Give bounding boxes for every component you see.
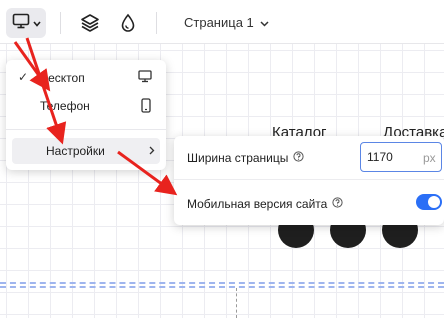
page-width-unit: px [423,151,436,165]
page-width-label: Ширина страницы [187,151,289,165]
page-width-field[interactable]: px [360,142,442,172]
page-selector-label: Страница 1 [184,15,254,30]
monitor-icon [12,13,30,34]
page-width-input[interactable] [367,149,411,165]
panel-divider [174,179,444,180]
mobile-version-label: Мобильная версия сайта [187,197,328,211]
layers-icon[interactable] [80,13,100,33]
phone-icon [141,98,151,116]
page-selector[interactable]: Страница 1 [184,15,269,30]
menu-item-label: Телефон [40,99,90,113]
toolbar-divider [156,12,157,34]
toolbar-divider [60,12,61,34]
section-boundary-guide [0,282,444,288]
menu-item-phone[interactable]: Телефон [6,93,166,119]
center-guide-line [236,288,237,318]
menu-item-label: Настройки [46,144,105,158]
menu-item-label: Десктоп [40,71,85,85]
menu-divider [6,129,166,130]
help-icon[interactable] [332,197,343,211]
device-switcher-button[interactable] [6,8,46,38]
checkmark-icon: ✓ [18,70,29,84]
color-drop-icon[interactable] [118,13,138,33]
editor-toolbar: Страница 1 [0,0,444,44]
device-menu: ✓ Десктоп Телефон Настройки [6,60,166,170]
mobile-version-toggle[interactable] [416,194,442,210]
chevron-down-icon [260,15,269,30]
settings-panel: Ширина страницы px Мобильная версия сайт… [174,136,444,225]
mobile-version-row: Мобильная версия сайта [187,197,343,211]
chevron-down-icon [32,14,41,32]
help-icon[interactable] [293,151,304,165]
toggle-knob [428,196,440,208]
menu-item-settings[interactable]: Настройки [12,138,160,164]
page-width-row: Ширина страницы [187,151,304,165]
menu-item-desktop[interactable]: ✓ Десктоп [6,65,166,91]
monitor-icon [138,70,152,86]
chevron-right-icon [149,144,155,158]
